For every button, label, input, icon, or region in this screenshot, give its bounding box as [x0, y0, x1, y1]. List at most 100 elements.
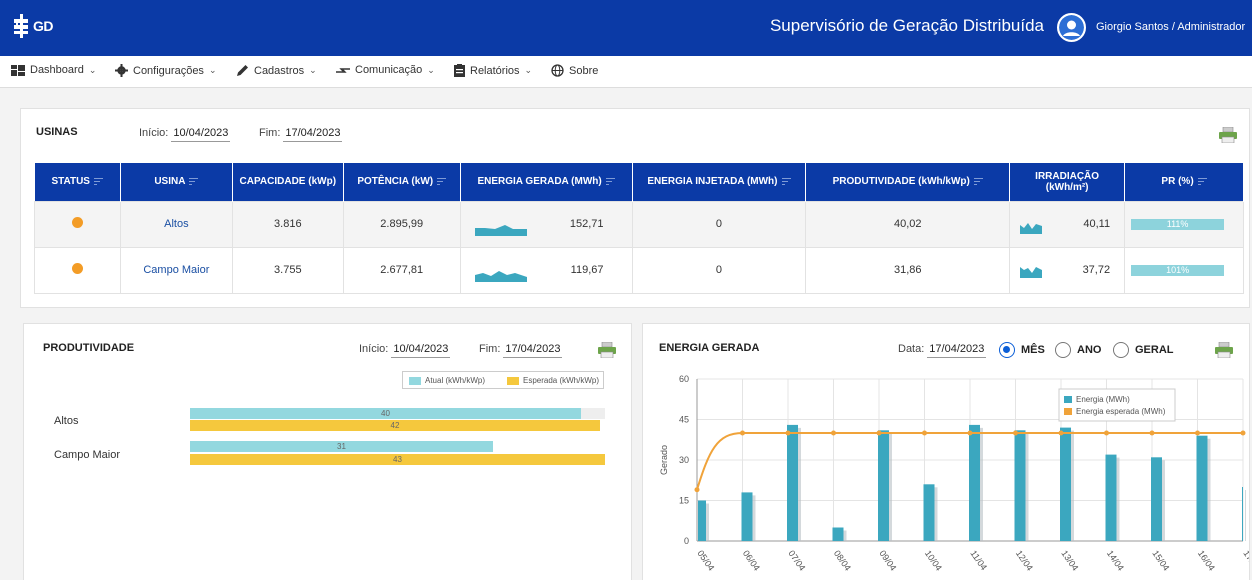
- chevron-down-icon: ⌄: [309, 65, 317, 75]
- sort-icon[interactable]: [93, 178, 103, 186]
- prod-inicio-date-input[interactable]: 10/04/2023: [391, 343, 451, 358]
- usina-cell[interactable]: Altos: [119, 200, 233, 248]
- bar: [1014, 430, 1026, 541]
- sort-icon[interactable]: [605, 178, 615, 186]
- energia-injetada-cell: 0: [631, 246, 807, 294]
- pr-bar: 111%: [1131, 218, 1225, 230]
- menu-relatorios-label: Relatórios: [470, 64, 520, 77]
- col-energia-gerada[interactable]: ENERGIA GERADA (MWh): [460, 163, 633, 201]
- sort-icon[interactable]: [781, 178, 791, 186]
- irradiacao-cell: 37,72: [1009, 246, 1126, 294]
- col-usina[interactable]: USINA: [120, 163, 233, 201]
- produtividade-cell: 31,86: [805, 246, 1011, 294]
- sort-icon[interactable]: [437, 178, 447, 186]
- energia-chart: 0 15 30 45 60 Gerado 05/04 06/04 07/04 08/04 09/04…: [659, 374, 1249, 573]
- user-name[interactable]: Giorgio Santos / Administrador: [1096, 21, 1245, 33]
- print-icon[interactable]: [598, 342, 616, 358]
- bar-shadow: [1245, 490, 1246, 541]
- bar: [1060, 427, 1071, 541]
- prod-fim: Fim: 17/04/2023: [479, 343, 563, 358]
- col-capacidade[interactable]: CAPACIDADE (kWp): [232, 163, 344, 201]
- menu-cadastros[interactable]: Cadastros ⌄: [236, 64, 317, 77]
- expected-point: [876, 430, 882, 436]
- col-pr-label: PR (%): [1161, 176, 1194, 188]
- expected-point: [922, 430, 927, 436]
- sort-icon[interactable]: [189, 178, 199, 186]
- potencia-cell: 2.677,81: [342, 246, 461, 294]
- col-produtividade[interactable]: PRODUTIVIDADE (kWh/kWp): [805, 163, 1011, 201]
- bar: [1151, 457, 1162, 541]
- x-tick-label: 17/04: [1241, 548, 1249, 572]
- col-irradiacao[interactable]: IRRADIAÇÃO (kWh/m²): [1009, 163, 1126, 201]
- menu-relatorios[interactable]: Relatórios ⌄: [454, 64, 532, 77]
- pr-bar: 101%: [1131, 264, 1225, 276]
- energia-sparkline: [474, 270, 527, 282]
- hbar-esperada[interactable]: 43: [190, 454, 605, 465]
- status-indicator: [71, 263, 83, 274]
- hbar-atual[interactable]: 40: [190, 408, 581, 419]
- x-tick-label: 15/04: [1150, 548, 1171, 572]
- sort-icon[interactable]: [973, 178, 983, 186]
- chevron-down-icon: ⌄: [208, 65, 217, 75]
- expected-point: [831, 430, 836, 436]
- usinas-inicio: Início: 10/04/2023: [139, 127, 231, 142]
- col-status[interactable]: STATUS: [34, 163, 121, 201]
- col-usina-label: USINA: [154, 176, 186, 188]
- inicio-label: Início:: [139, 127, 169, 139]
- app-logo[interactable]: GD: [12, 14, 54, 38]
- energia-injetada-cell: 0: [631, 200, 807, 248]
- x-tick-label: 13/04: [1059, 548, 1080, 572]
- menu-cadastros-label: Cadastros: [254, 64, 305, 77]
- menu-configuracoes[interactable]: Configurações ⌄: [115, 64, 216, 77]
- irradiacao-cell: 40,11: [1009, 200, 1126, 248]
- menu-bar: Dashboard ⌄ Configurações ⌄ Cadastros ⌄ …: [0, 56, 1252, 88]
- legend-item[interactable]: Atual (kWh/kWp): [409, 376, 485, 385]
- hbar-category-label: Campo Maior: [54, 449, 121, 461]
- status-cell: [34, 246, 121, 294]
- energia-gerada-cell: 119,67: [459, 246, 633, 294]
- hbar-esperada[interactable]: 42: [190, 420, 600, 431]
- irradiacao-value: 40,11: [1083, 217, 1111, 230]
- energia-gerada-value: 119,67: [570, 263, 604, 276]
- print-icon[interactable]: [1219, 127, 1237, 143]
- report-icon: [454, 64, 465, 77]
- expected-point: [740, 430, 745, 436]
- bar: [832, 527, 844, 541]
- bar: [1196, 435, 1208, 541]
- col-irradiacao-label: IRRADIAÇÃO (kWh/m²): [1035, 170, 1100, 193]
- table-row[interactable]: Campo Maior 3.755 2.677,81 119,67 0 31,8…: [34, 246, 1244, 294]
- irradiacao-sparkline: [1020, 222, 1043, 234]
- energia-card: ENERGIA GERADA Data: 17/04/2023 MÊS ANO G…: [642, 323, 1250, 580]
- inicio-date-input[interactable]: 10/04/2023: [171, 127, 231, 142]
- produtividade-title: PRODUTIVIDADE: [43, 342, 135, 354]
- col-energia-injetada[interactable]: ENERGIA INJETADA (MWh): [632, 163, 807, 201]
- menu-sobre-label: Sobre: [569, 64, 599, 77]
- col-status-label: STATUS: [51, 176, 90, 188]
- x-tick-label: 05/04: [695, 548, 716, 572]
- fim-date-input[interactable]: 17/04/2023: [283, 127, 343, 142]
- x-tick-label: 09/04: [877, 548, 898, 572]
- prod-fim-date-input[interactable]: 17/04/2023: [503, 343, 563, 358]
- sort-icon[interactable]: [1197, 178, 1207, 186]
- bar: [1242, 487, 1243, 541]
- col-pr[interactable]: PR (%): [1124, 163, 1244, 201]
- menu-comunicacao[interactable]: Comunicação ⌄: [336, 64, 435, 76]
- status-cell: [34, 200, 121, 248]
- fim-label: Fim:: [259, 127, 281, 139]
- usina-cell[interactable]: Campo Maior: [119, 246, 233, 294]
- hbar-atual[interactable]: 31: [190, 441, 493, 452]
- legend-item[interactable]: Esperada (kWh/kWp): [507, 376, 599, 385]
- menu-sobre[interactable]: Sobre: [551, 64, 598, 77]
- pr-cell: 111%: [1124, 200, 1244, 248]
- usina-link[interactable]: Campo Maior: [143, 264, 209, 276]
- col-produtividade-label: PRODUTIVIDADE (kWh/kWp): [832, 176, 970, 188]
- x-tick-label: 16/04: [1196, 548, 1217, 572]
- col-potencia[interactable]: POTÊNCIA (kW): [343, 163, 461, 201]
- top-bar: GD Supervisório de Geração Distribuída G…: [0, 0, 1252, 56]
- usina-link[interactable]: Altos: [164, 218, 188, 230]
- menu-dashboard[interactable]: Dashboard ⌄: [11, 64, 96, 76]
- capacidade-cell: 3.755: [231, 246, 344, 294]
- col-energia-gerada-label: ENERGIA GERADA (MWh): [477, 176, 602, 188]
- table-row[interactable]: Altos 3.816 2.895,99 152,71 0 40,02 40,1…: [34, 200, 1244, 248]
- user-avatar[interactable]: [1057, 13, 1086, 42]
